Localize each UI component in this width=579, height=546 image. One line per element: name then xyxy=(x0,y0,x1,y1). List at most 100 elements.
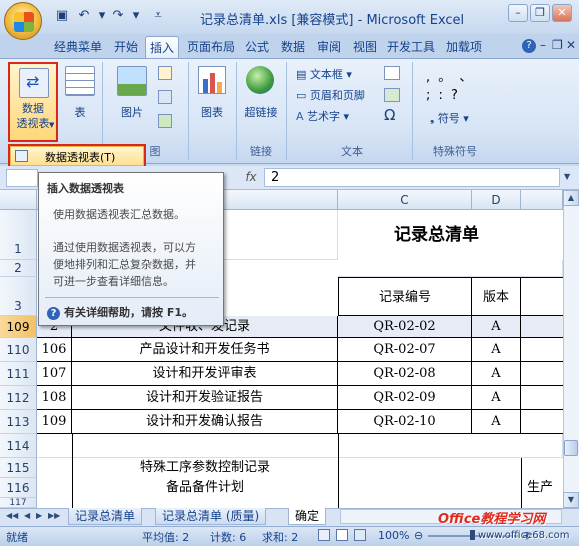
chart-button[interactable]: 图表 xyxy=(194,62,230,138)
tab-classic-menu[interactable]: 经典菜单 xyxy=(52,36,104,58)
row-header[interactable]: 117 xyxy=(0,498,37,508)
cell[interactable] xyxy=(521,386,563,410)
hyperlink-button[interactable]: 超链接 xyxy=(240,62,282,138)
cell[interactable]: 设计和开发评审表 xyxy=(72,362,338,386)
scroll-down-button[interactable]: ▼ xyxy=(563,492,579,508)
object-icon[interactable] xyxy=(384,88,400,102)
row-header[interactable]: 114 xyxy=(0,434,37,458)
formula-expand-icon[interactable]: ▼ xyxy=(564,172,570,181)
header-record-no[interactable]: 记录编号 xyxy=(338,277,472,316)
scroll-up-button[interactable]: ▲ xyxy=(563,190,579,206)
pivot-table-menu-item[interactable]: 数据透视表(T) xyxy=(10,146,144,166)
minimize-button[interactable]: – xyxy=(508,4,528,22)
omega-symbol-icon[interactable]: Ω xyxy=(384,106,395,124)
cell[interactable]: QR-02-10 xyxy=(338,410,472,434)
table-button[interactable]: 表 xyxy=(62,62,98,138)
undo-dropdown-icon[interactable]: ▾ xyxy=(94,8,110,24)
page-break-view-icon[interactable] xyxy=(354,529,366,541)
cell[interactable]: QR-02-02 xyxy=(338,316,472,338)
page-layout-view-icon[interactable] xyxy=(336,529,348,541)
cell[interactable] xyxy=(37,434,563,458)
cell[interactable] xyxy=(521,362,563,386)
prev-sheet-icon[interactable]: ◀ xyxy=(24,511,30,520)
help-icon[interactable]: ? xyxy=(522,39,536,53)
select-all-corner[interactable] xyxy=(0,190,37,210)
office-button[interactable] xyxy=(4,2,42,40)
cell[interactable] xyxy=(521,316,563,338)
textbox-button[interactable]: ▤ 文本框 ▾ xyxy=(296,66,352,84)
redo-dropdown-icon[interactable]: ▾ xyxy=(128,8,144,24)
zoom-slider-thumb[interactable] xyxy=(470,530,475,540)
zoom-level[interactable]: 100% xyxy=(378,529,409,542)
last-sheet-icon[interactable]: ▶▶ xyxy=(48,511,60,520)
ribbon-minimize-icon[interactable]: – xyxy=(540,38,546,52)
tab-review[interactable]: 审阅 xyxy=(313,36,345,58)
symbol-button[interactable]: ❟ 符号 ▾ xyxy=(430,110,469,128)
cell[interactable]: 106 xyxy=(37,338,72,362)
row-header[interactable]: 110 xyxy=(0,338,37,362)
cell[interactable]: 备品备件计划 xyxy=(72,478,338,498)
cell[interactable]: QR-02-08 xyxy=(338,362,472,386)
row-header[interactable]: 2 xyxy=(0,260,37,277)
cell[interactable]: 特殊工序参数控制记录 xyxy=(72,458,338,478)
sheet-tab-active[interactable]: 确定 xyxy=(288,508,327,525)
sheet-title[interactable]: 记录总清单 xyxy=(338,210,563,260)
punctuation-row-1[interactable]: , 。 、 xyxy=(426,66,474,85)
pivot-table-button[interactable]: 数据 透视表 ▼ xyxy=(8,62,58,142)
vertical-scrollbar[interactable] xyxy=(563,190,579,508)
cell[interactable]: 107 xyxy=(37,362,72,386)
undo-icon[interactable]: ↶ xyxy=(76,8,92,24)
restore-button[interactable]: ❐ xyxy=(530,4,550,22)
first-sheet-icon[interactable]: ◀◀ xyxy=(6,511,18,520)
close-button[interactable]: ✕ xyxy=(552,4,572,22)
row-header[interactable]: 115 xyxy=(0,458,37,478)
sheet-tab[interactable]: 记录总清单 (质量) xyxy=(155,508,267,525)
header-version[interactable]: 版本 xyxy=(472,277,521,316)
cell[interactable]: QR-02-07 xyxy=(338,338,472,362)
row-header[interactable]: 113 xyxy=(0,410,37,434)
picture-button[interactable]: 图片 xyxy=(110,62,154,138)
row-header[interactable]: 111 xyxy=(0,362,37,386)
row-header[interactable]: 1 xyxy=(0,210,37,260)
cell[interactable] xyxy=(521,277,563,316)
signature-line-icon[interactable] xyxy=(384,66,400,80)
wordart-button[interactable]: A 艺术字 ▾ xyxy=(296,108,349,126)
row-header[interactable]: 109 xyxy=(0,316,37,338)
window-restore-icon[interactable]: ❐ xyxy=(552,38,563,52)
cell[interactable] xyxy=(521,410,563,434)
cell[interactable]: 108 xyxy=(37,386,72,410)
tab-view[interactable]: 视图 xyxy=(349,36,381,58)
smartart-icon[interactable] xyxy=(158,114,172,128)
tab-insert[interactable]: 插入 xyxy=(145,36,179,58)
cell[interactable]: A xyxy=(472,362,521,386)
cell[interactable]: 设计和开发确认报告 xyxy=(72,410,338,434)
clip-art-icon[interactable] xyxy=(158,66,172,80)
save-icon[interactable]: ▣ xyxy=(54,8,70,24)
tab-formulas[interactable]: 公式 xyxy=(241,36,273,58)
zoom-out-icon[interactable]: ⊖ xyxy=(414,529,423,542)
punctuation-row-2[interactable]: ; : ? xyxy=(426,88,460,103)
tab-home[interactable]: 开始 xyxy=(110,36,142,58)
row-header[interactable]: 112 xyxy=(0,386,37,410)
cell[interactable]: 产品设计和开发任务书 xyxy=(72,338,338,362)
cell[interactable] xyxy=(338,260,563,277)
cell[interactable]: 109 xyxy=(37,410,72,434)
row-header[interactable]: 3 xyxy=(0,277,37,316)
cell[interactable]: A xyxy=(472,386,521,410)
fx-icon[interactable]: fx xyxy=(238,168,264,187)
normal-view-icon[interactable] xyxy=(318,529,330,541)
formula-input[interactable]: 2 xyxy=(264,168,560,187)
tab-page-layout[interactable]: 页面布局 xyxy=(183,36,239,58)
cell[interactable] xyxy=(521,338,563,362)
cell[interactable]: A xyxy=(472,338,521,362)
cell[interactable]: 生产 xyxy=(521,478,563,498)
redo-icon[interactable]: ↷ xyxy=(110,8,126,24)
header-footer-button[interactable]: ▭ 页眉和页脚 xyxy=(296,87,365,105)
sheet-tab[interactable]: 记录总清单 xyxy=(68,508,143,525)
column-header-d[interactable]: D xyxy=(472,190,521,210)
cell[interactable]: QR-02-09 xyxy=(338,386,472,410)
customize-qat-icon[interactable]: ⩡ xyxy=(150,8,166,24)
column-header-e[interactable] xyxy=(521,190,563,210)
cell[interactable]: 设计和开发验证报告 xyxy=(72,386,338,410)
shapes-icon[interactable] xyxy=(158,90,172,104)
